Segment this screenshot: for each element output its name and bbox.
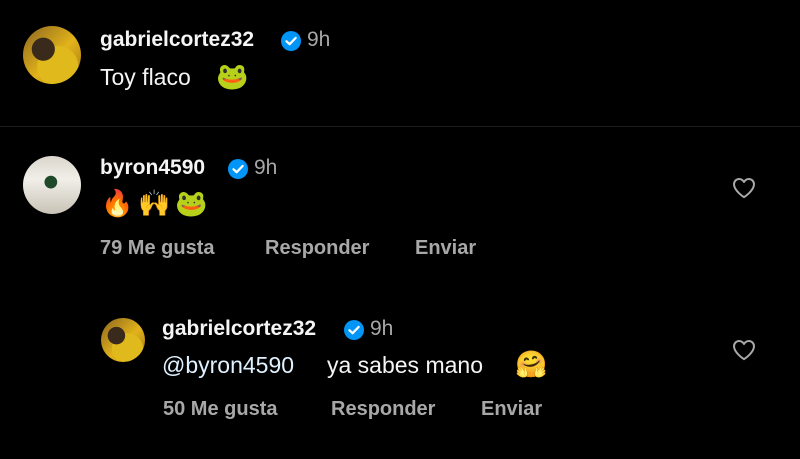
verified-badge-icon [344, 320, 364, 340]
frog-emoji-icon: 🐸 [175, 189, 208, 219]
heart-icon[interactable] [732, 177, 756, 199]
fire-emoji-icon: 🔥 [101, 189, 134, 219]
send-button[interactable]: Enviar [481, 398, 542, 421]
avatar[interactable] [23, 26, 81, 84]
reply-button[interactable]: Responder [331, 398, 435, 421]
send-button[interactable]: Enviar [415, 237, 476, 260]
username[interactable]: byron4590 [100, 156, 205, 180]
verified-badge-icon [228, 159, 248, 179]
timestamp: 9h [307, 28, 331, 51]
timestamp: 9h [254, 156, 278, 179]
caption-text: Toy flaco [100, 64, 191, 90]
mention-link[interactable]: @byron4590 [162, 352, 294, 379]
verified-badge-icon [281, 31, 301, 51]
reply-text: ya sabes mano [327, 352, 483, 378]
timestamp: 9h [370, 317, 394, 340]
like-count[interactable]: 79 Me gusta [100, 237, 214, 260]
frog-emoji-icon: 🐸 [216, 62, 249, 92]
heart-icon[interactable] [732, 339, 756, 361]
like-count[interactable]: 50 Me gusta [163, 398, 277, 421]
hugging-face-emoji-icon: 🤗 [515, 350, 548, 380]
avatar[interactable] [101, 318, 145, 362]
username[interactable]: gabrielcortez32 [100, 28, 254, 52]
avatar[interactable] [23, 156, 81, 214]
divider [0, 126, 800, 127]
raising-hands-emoji-icon: 🙌 [138, 189, 171, 219]
username[interactable]: gabrielcortez32 [162, 317, 316, 341]
reply-button[interactable]: Responder [265, 237, 369, 260]
